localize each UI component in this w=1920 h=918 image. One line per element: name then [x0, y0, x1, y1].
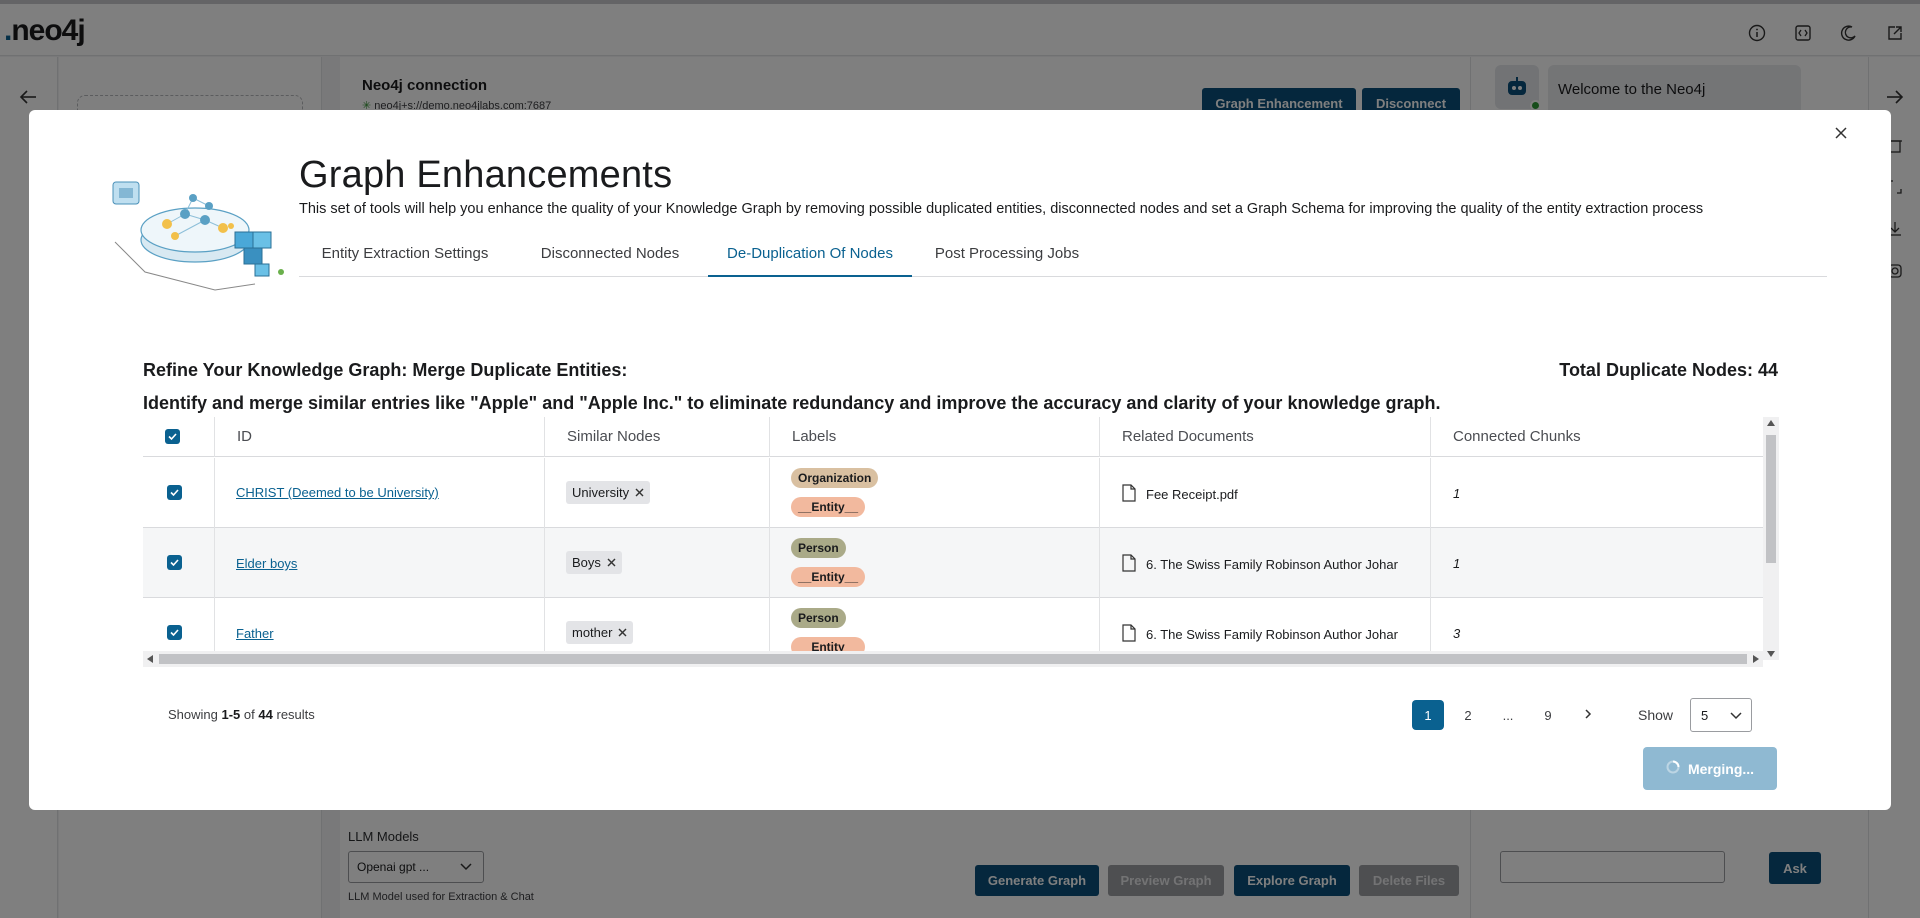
file-icon	[1122, 554, 1136, 575]
column-header-similar-nodes[interactable]: Similar Nodes	[544, 417, 769, 457]
section-description: Identify and merge similar entries like …	[143, 393, 1441, 413]
tab-entity-extraction-settings[interactable]: Entity Extraction Settings	[299, 235, 511, 277]
tab-disconnected-nodes[interactable]: Disconnected Nodes	[525, 235, 695, 277]
labels-cell: Organization __Entity__	[769, 458, 1099, 528]
table-row: CHRIST (Deemed to be University) Univers…	[143, 458, 1763, 528]
node-id-link[interactable]: CHRIST (Deemed to be University)	[236, 485, 439, 500]
page-button-2[interactable]: 2	[1452, 700, 1484, 730]
modal-subtitle: This set of tools will help you enhance …	[299, 201, 1704, 217]
chevron-right-icon	[1582, 708, 1594, 723]
table-header: ID Similar Nodes Labels Related Document…	[143, 417, 1763, 457]
column-header-id[interactable]: ID	[214, 417, 544, 457]
row-checkbox[interactable]	[167, 555, 182, 570]
column-header-labels[interactable]: Labels	[769, 417, 1099, 457]
tab-de-duplication-of-nodes[interactable]: De-Duplication Of Nodes	[708, 235, 912, 277]
row-checkbox[interactable]	[167, 625, 182, 640]
chevron-down-icon	[1729, 708, 1743, 725]
label-badge: Person	[791, 538, 846, 558]
related-document: 6. The Swiss Family Robinson Author Joha…	[1122, 554, 1398, 575]
related-documents-cell: Fee Receipt.pdf	[1099, 458, 1430, 528]
remove-icon[interactable]	[607, 555, 616, 570]
close-icon[interactable]	[1829, 121, 1853, 145]
horizontal-scrollbar[interactable]	[143, 651, 1763, 667]
table-row: Elder boys Boys Person __Entity__ 6. The…	[143, 528, 1763, 598]
related-documents-cell: 6. The Swiss Family Robinson Author Joha…	[1099, 528, 1430, 598]
section-heading: Refine Your Knowledge Graph: Merge Dupli…	[143, 360, 628, 380]
node-id-link[interactable]: Father	[236, 626, 274, 641]
page-size-select[interactable]: 5	[1690, 698, 1752, 732]
knowledge-graph-illustration	[105, 162, 285, 294]
results-summary: Showing 1-5 of 44 results	[168, 707, 315, 722]
vertical-scrollbar-thumb[interactable]	[1766, 435, 1776, 563]
tab-post-processing-jobs[interactable]: Post Processing Jobs	[924, 235, 1090, 277]
spinner-icon	[1666, 760, 1680, 777]
label-badge: Organization	[791, 468, 879, 488]
label-badge: __Entity__	[791, 567, 866, 587]
show-label: Show	[1638, 707, 1674, 723]
connected-chunks-count: 3	[1453, 626, 1461, 641]
related-document: 6. The Swiss Family Robinson Author Joha…	[1122, 624, 1398, 645]
similar-node-chip: University	[566, 481, 651, 504]
connected-chunks-count: 1	[1453, 556, 1461, 571]
remove-icon[interactable]	[635, 485, 644, 500]
node-id-link[interactable]: Elder boys	[236, 556, 297, 571]
connected-chunks-cell: 1	[1430, 458, 1747, 528]
labels-cell: Person __Entity__	[769, 528, 1099, 598]
label-badge: Person	[791, 608, 846, 628]
tabs: Entity Extraction Settings Disconnected …	[299, 235, 1827, 277]
label-badge: __Entity__	[791, 497, 866, 517]
similar-nodes-cell: University	[544, 458, 769, 528]
column-header-connected-chunks[interactable]: Connected Chunks	[1430, 417, 1747, 457]
row-checkbox[interactable]	[167, 485, 182, 500]
similar-node-chip: mother	[566, 621, 634, 644]
graph-enhancements-modal: Graph Enhancements This set of tools wil…	[29, 110, 1891, 810]
similar-node-chip: Boys	[566, 551, 622, 574]
page-button-9[interactable]: 9	[1532, 700, 1564, 730]
remove-icon[interactable]	[618, 625, 627, 640]
page-button-1[interactable]: 1	[1412, 700, 1444, 730]
next-page-button[interactable]	[1572, 700, 1604, 730]
duplicates-table: ID Similar Nodes Labels Related Document…	[143, 417, 1779, 667]
file-icon	[1122, 624, 1136, 645]
modal-title: Graph Enhancements	[299, 154, 673, 196]
id-cell: CHRIST (Deemed to be University)	[214, 458, 544, 528]
connected-chunks-cell: 1	[1430, 528, 1747, 598]
column-header-related-documents[interactable]: Related Documents	[1099, 417, 1430, 457]
id-cell: Elder boys	[214, 528, 544, 598]
page-ellipsis: ...	[1502, 707, 1514, 723]
file-icon	[1122, 484, 1136, 505]
similar-nodes-cell: Boys	[544, 528, 769, 598]
select-all-checkbox[interactable]	[165, 429, 180, 444]
horizontal-scrollbar-thumb[interactable]	[159, 654, 1747, 664]
total-duplicate-nodes: Total Duplicate Nodes: 44	[1559, 360, 1778, 380]
vertical-scrollbar[interactable]	[1763, 417, 1779, 660]
related-document: Fee Receipt.pdf	[1122, 484, 1238, 505]
merge-button[interactable]: Merging...	[1643, 747, 1777, 790]
connected-chunks-count: 1	[1453, 486, 1461, 501]
